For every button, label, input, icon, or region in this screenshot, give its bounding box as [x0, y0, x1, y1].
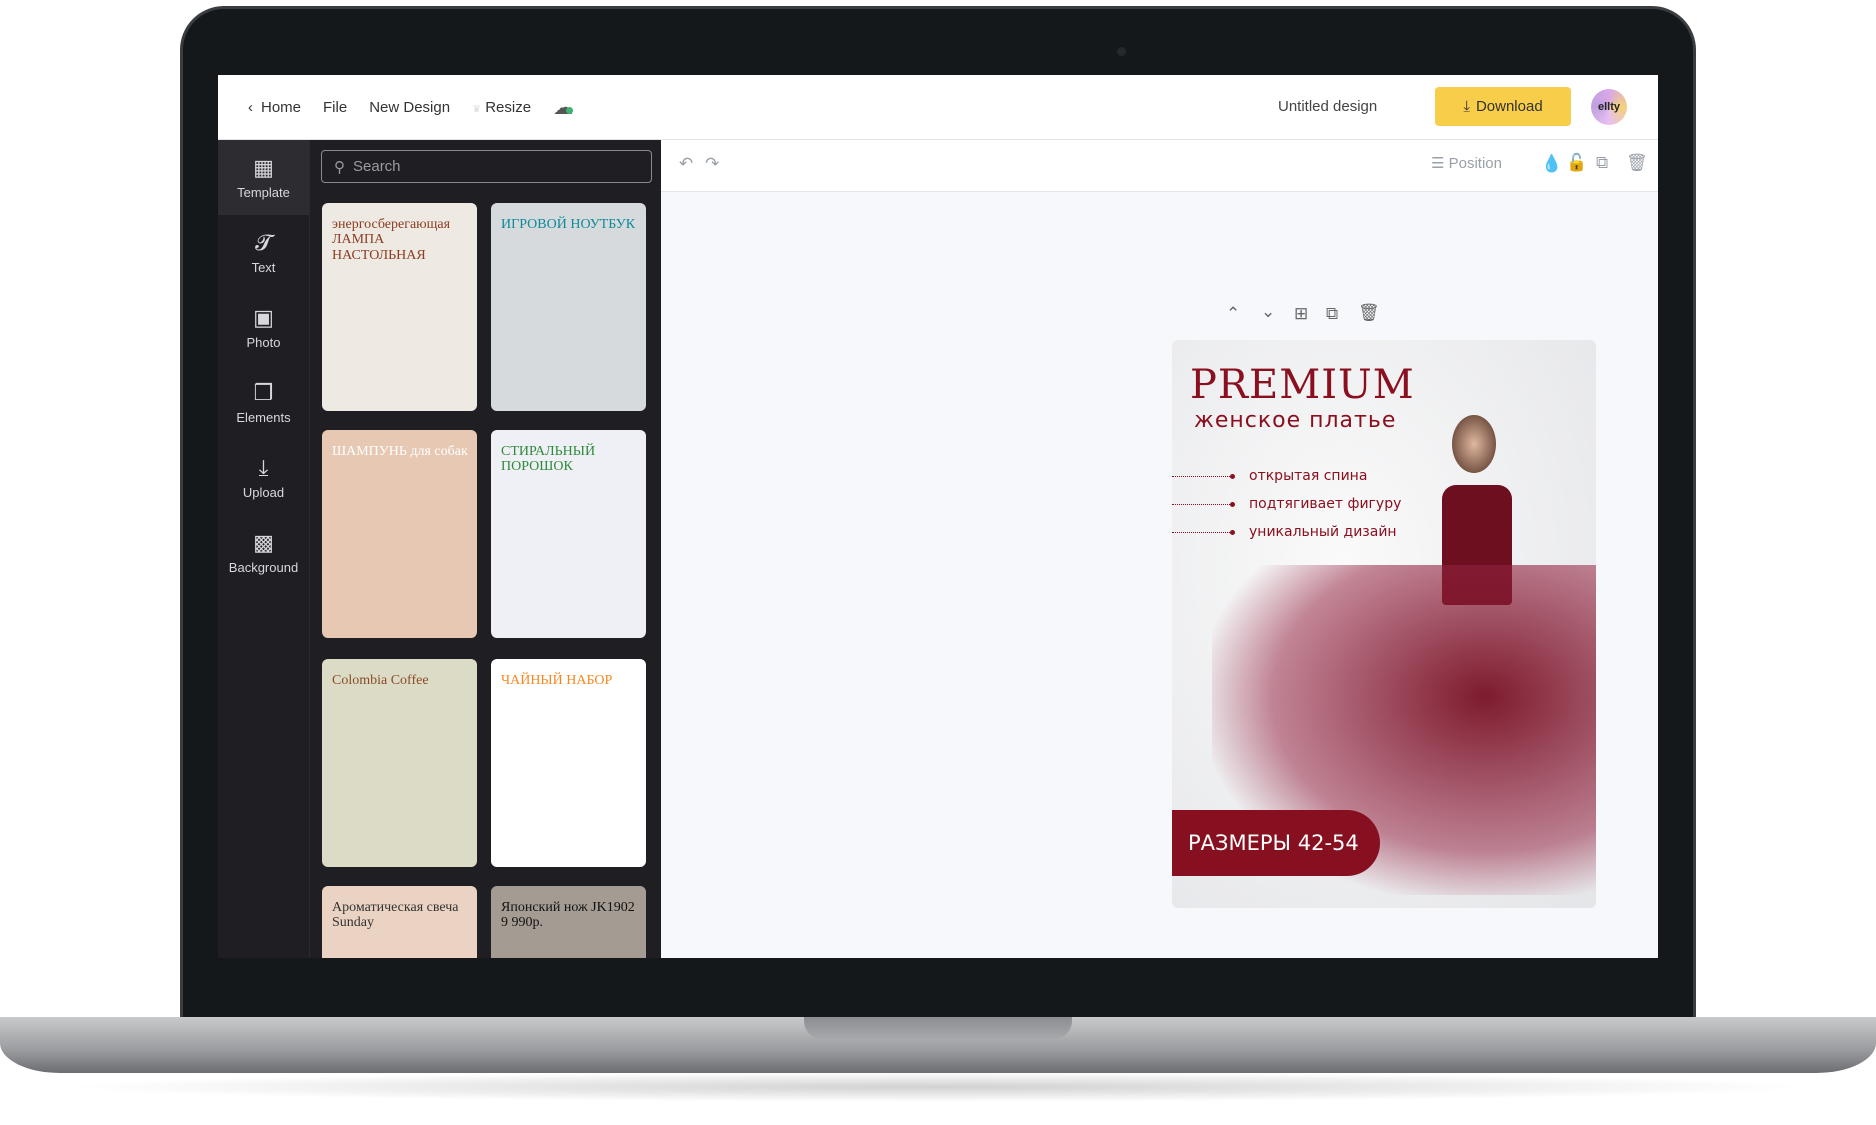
design-bullet[interactable]: уникальный дизайн	[1172, 524, 1397, 540]
template-title: СТИРАЛЬНЫЙ ПОРОШОК	[501, 444, 596, 475]
grid-icon: ▦	[253, 155, 274, 180]
app-screen: ‹ Home File New Design ♛ Resize ☁ Untitle…	[218, 75, 1658, 958]
design-bullet[interactable]: подтягивает фигуру	[1172, 496, 1401, 512]
design-headline[interactable]: PREMIUM	[1190, 362, 1415, 408]
template-title: ЧАЙНЫЙ НАБОР	[501, 673, 613, 688]
template-title: Colombia Coffee	[332, 673, 429, 688]
new-design-button[interactable]: New Design	[369, 99, 450, 116]
file-menu[interactable]: File	[323, 99, 347, 116]
delete-icon[interactable]: 🗑	[1626, 153, 1648, 173]
crown-icon: ♛	[472, 103, 482, 115]
camera	[1117, 47, 1126, 56]
avatar[interactable]: ellty	[1591, 89, 1627, 125]
template-title: Японский нож JK1902 9 990р.	[501, 900, 635, 931]
sidebar-item-text[interactable]: 𝓣 Text	[218, 215, 309, 290]
unlock-icon[interactable]: 🔓	[1566, 153, 1587, 173]
upload-icon: ⤓	[258, 455, 269, 480]
laptop-notch	[804, 1017, 1072, 1039]
resize-button[interactable]: ♛ Resize	[472, 99, 531, 116]
layers-icon: ☰	[1431, 155, 1445, 172]
sidebar-item-label: Background	[228, 560, 299, 575]
canvas-toolbar: ↶ ↷ ☰ Position 💧 🔓 ⧉ 🗑	[661, 140, 1658, 192]
download-icon: ⤓	[1463, 98, 1470, 115]
laptop-shadow	[60, 1072, 1816, 1102]
sidebar-item-label: Upload	[242, 485, 285, 500]
background-icon: ▩	[253, 530, 274, 555]
chevron-left-icon: ‹	[248, 98, 253, 116]
cloud-saved-icon: ☁	[553, 96, 574, 119]
template-thumbnail[interactable]: энергосберегающая ЛАМПА НАСТОЛЬНАЯ	[322, 203, 477, 411]
search-icon: ⚲	[334, 158, 345, 176]
sidebar-item-label: Text	[251, 260, 276, 275]
undo-icon[interactable]: ↶	[679, 154, 693, 174]
home-label: Home	[261, 98, 302, 116]
download-button[interactable]: ⤓ Download	[1435, 87, 1571, 126]
sidebar-item-photo[interactable]: ▣ Photo	[218, 290, 309, 365]
template-thumbnail[interactable]: Ароматическая свеча Sunday	[322, 886, 477, 958]
sidebar-item-upload[interactable]: ⤓ Upload	[218, 440, 309, 515]
sizes-badge[interactable]: РАЗМЕРЫ 42-54	[1172, 810, 1380, 876]
sidebar-item-elements[interactable]: ❒ Elements	[218, 365, 309, 440]
template-thumbnail[interactable]: Colombia Coffee	[322, 659, 477, 867]
design-title[interactable]: Untitled design	[1278, 98, 1377, 115]
sidebar-item-label: Template	[237, 185, 290, 200]
opacity-icon[interactable]: 💧	[1541, 154, 1562, 174]
download-label: Download	[1475, 98, 1543, 115]
home-link[interactable]: ‹ Home	[248, 99, 301, 116]
duplicate-page-icon[interactable]: ⧉	[1326, 304, 1338, 324]
delete-page-icon[interactable]: 🗑	[1358, 303, 1380, 323]
template-title: ШАМПУНЬ для собак	[332, 444, 468, 459]
text-icon: 𝓣	[255, 230, 272, 255]
move-up-icon[interactable]: ⌃	[1226, 304, 1240, 324]
resize-label: Resize	[485, 98, 532, 116]
sidebar-item-label: Photo	[246, 335, 281, 350]
templates-panel: ⚲ Search энергосберегающая ЛАМПА НАСТОЛЬН…	[309, 140, 661, 958]
design-page[interactable]: PREMIUM женское платье открытая спина по…	[1172, 340, 1596, 908]
template-thumbnail[interactable]: ИГРОВОЙ НОУТБУК	[491, 203, 646, 411]
template-title: энергосберегающая ЛАМПА НАСТОЛЬНАЯ	[332, 217, 451, 263]
sidebar-item-template[interactable]: ▦ Template	[218, 140, 309, 215]
template-title: Ароматическая свеча Sunday	[332, 900, 459, 931]
search-placeholder: Search	[353, 158, 401, 175]
redo-icon[interactable]: ↷	[705, 154, 719, 174]
template-thumbnail[interactable]: ШАМПУНЬ для собак	[322, 430, 477, 638]
position-button[interactable]: ☰ Position	[1431, 154, 1502, 172]
top-bar: ‹ Home File New Design ♛ Resize ☁ Untitle…	[218, 75, 1658, 140]
template-title: ИГРОВОЙ НОУТБУК	[501, 217, 636, 232]
template-thumbnail[interactable]: Японский нож JK1902 9 990р.	[491, 886, 646, 958]
position-label: Position	[1448, 155, 1502, 172]
sidebar: ▦ Template 𝓣 Text ▣ Photo ❒ Elements ⤓ Upload ▩ Bac…	[218, 140, 309, 958]
sidebar-item-label: Elements	[236, 410, 291, 425]
design-subheadline[interactable]: женское платье	[1194, 408, 1396, 433]
duplicate-icon[interactable]: ⧉	[1596, 153, 1608, 173]
sidebar-item-background[interactable]: ▩ Background	[218, 515, 309, 590]
search-input[interactable]: ⚲ Search	[321, 150, 652, 183]
canvas-area: ↶ ↷ ☰ Position 💧 🔓 ⧉ 🗑 ⌃ ⌄ ⊞ ⧉ 🗑 PREMIUM…	[661, 140, 1658, 958]
elements-icon: ❒	[253, 380, 274, 405]
design-bullet[interactable]: открытая спина	[1172, 468, 1367, 484]
add-page-icon[interactable]: ⊞	[1294, 304, 1308, 324]
move-down-icon[interactable]: ⌄	[1261, 302, 1275, 322]
template-thumbnail[interactable]: ЧАЙНЫЙ НАБОР	[491, 659, 646, 867]
template-thumbnail[interactable]: СТИРАЛЬНЫЙ ПОРОШОК	[491, 430, 646, 638]
image-icon: ▣	[253, 305, 274, 330]
